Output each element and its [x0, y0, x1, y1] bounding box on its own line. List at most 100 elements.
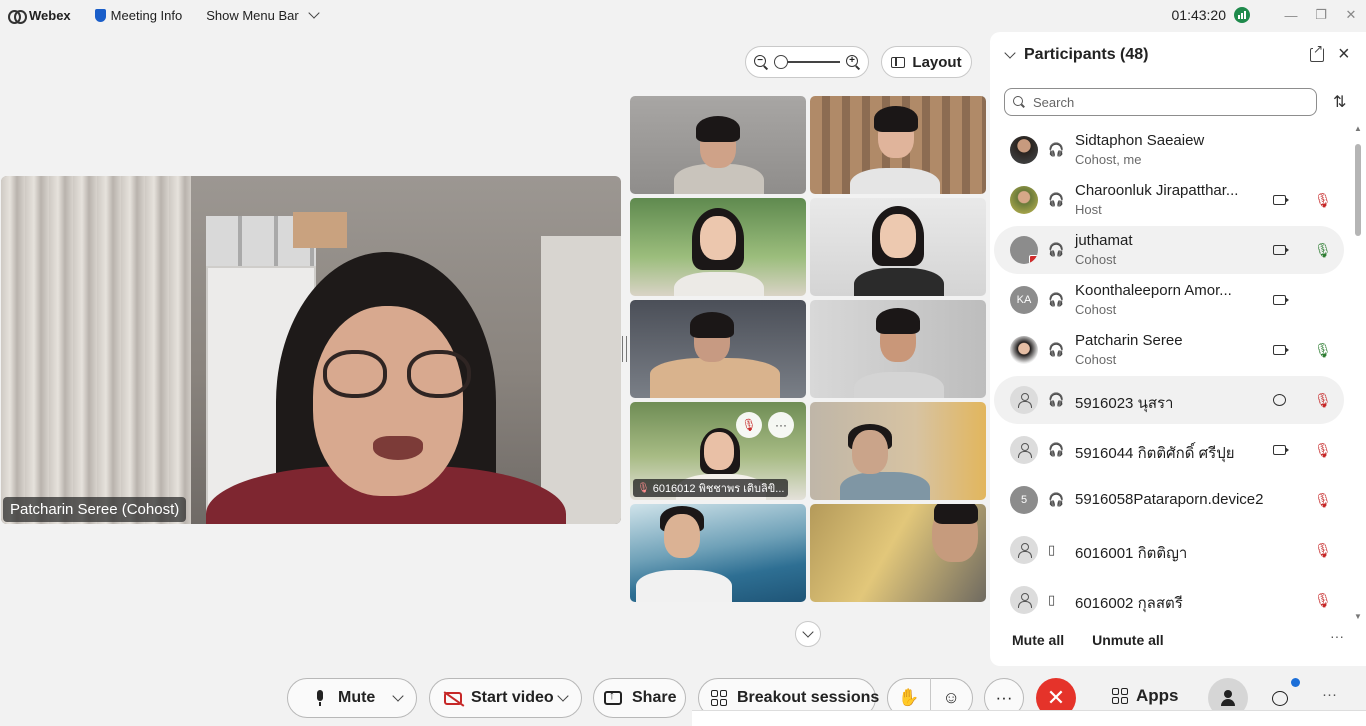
participant-list: 🎧 Sidtaphon Saeaiew Cohost, me 🎧 Charoon… — [994, 126, 1344, 626]
participant-video-tile[interactable] — [810, 300, 986, 398]
avatar — [1010, 586, 1038, 614]
search-icon — [1013, 96, 1025, 108]
more-icon: ··· — [995, 688, 1013, 707]
participant-video-tile[interactable]: 🎙 ··· 🎙 6016012 พิชชาพร เติบลิขิ... — [630, 402, 806, 500]
avatar: 5 — [1010, 486, 1038, 514]
participant-list-scrollbar[interactable]: ▲ ▼ — [1352, 124, 1364, 624]
participant-video-tile[interactable] — [810, 96, 986, 194]
participant-row[interactable]: 🎧 Sidtaphon Saeaiew Cohost, me — [994, 126, 1344, 174]
show-menu-bar-button[interactable]: Show Menu Bar — [194, 0, 330, 30]
app-name: Webex — [29, 7, 71, 23]
participant-video-tile[interactable] — [810, 198, 986, 296]
zoom-out-icon[interactable]: − — [754, 55, 768, 69]
participant-video-tile[interactable] — [810, 504, 986, 602]
share-button[interactable]: Share — [593, 678, 686, 718]
participant-video-tile[interactable] — [810, 402, 986, 500]
chevron-down-icon — [802, 626, 814, 638]
panel-resize-handle[interactable] — [622, 336, 627, 362]
avatar — [1010, 386, 1038, 414]
participant-name: Patcharin Seree — [1075, 332, 1183, 349]
chat-icon — [1272, 690, 1288, 706]
more-icon: ··· — [775, 418, 787, 432]
tile-name-tag: 🎙 6016012 พิชชาพร เติบลิขิ... — [633, 479, 789, 497]
more-options-icon[interactable]: ··· — [1330, 628, 1344, 644]
mic-active-icon[interactable]: 🎙 — [1314, 242, 1332, 259]
mic-muted-icon[interactable]: 🎙 — [1314, 592, 1332, 609]
more-options-icon[interactable]: ··· — [1322, 686, 1337, 703]
close-window-button[interactable]: ✕ — [1336, 0, 1366, 30]
participant-row[interactable]: 🎧 5916044 กิตติศักดิ์ ศรีปุย 🎙 — [994, 426, 1344, 474]
chat-button[interactable] — [1266, 684, 1294, 712]
mute-all-button[interactable]: Mute all — [1012, 632, 1064, 648]
headset-icon: 🎧 — [1048, 442, 1065, 457]
shield-icon — [94, 8, 106, 22]
zoom-in-icon[interactable]: + — [846, 55, 860, 69]
reactions-icon[interactable]: ☺ — [930, 688, 972, 708]
meeting-info-button[interactable]: Meeting Info — [83, 0, 195, 30]
pop-out-icon[interactable] — [1310, 42, 1324, 62]
restore-window-button[interactable]: ❐ — [1306, 0, 1336, 30]
zoom-slider-handle[interactable] — [774, 55, 788, 69]
participant-row[interactable]: 🎧 Patcharin Seree Cohost 🎙 — [994, 326, 1344, 374]
participant-video-tile[interactable] — [630, 504, 806, 602]
user-icon — [1017, 443, 1032, 458]
mic-muted-icon[interactable]: 🎙 — [1314, 442, 1332, 459]
participant-role: Cohost — [1075, 302, 1117, 317]
headset-icon: 🎧 — [1048, 292, 1065, 307]
network-signal-icon[interactable] — [1234, 7, 1250, 23]
mic-muted-icon[interactable]: 🎙 — [1314, 542, 1332, 559]
participant-row[interactable]: 5 🎧 5916058Pataraporn.device2 🎙 — [994, 476, 1344, 524]
close-icon: ✕ — [1046, 685, 1066, 710]
participant-name: Koonthaleeporn Amor... — [1075, 282, 1232, 299]
participant-role: Cohost — [1075, 252, 1117, 267]
search-input[interactable] — [1033, 94, 1293, 110]
participant-search[interactable] — [1004, 88, 1317, 116]
video-background-curtain — [1, 176, 191, 524]
breakout-sessions-label: Breakout sessions — [737, 689, 880, 706]
mobile-device-icon: ▯ — [1048, 542, 1056, 557]
scroll-down-arrow-icon[interactable]: ▼ — [1354, 612, 1362, 621]
mic-off-icon: 🎙 — [741, 418, 757, 432]
layout-button[interactable]: Layout — [881, 46, 972, 78]
mic-active-icon[interactable]: 🎙 — [1314, 342, 1332, 359]
chevron-down-icon[interactable] — [557, 690, 569, 702]
headset-icon: 🎧 — [1048, 492, 1065, 507]
participant-name: 5916058Pataraporn.device2 — [1075, 491, 1264, 508]
notification-banner-edge — [692, 710, 1366, 726]
zoom-slider[interactable] — [774, 55, 840, 69]
participant-video-tile[interactable] — [630, 198, 806, 296]
mic-muted-icon[interactable]: 🎙 — [1314, 492, 1332, 509]
webex-app-menu[interactable]: Webex — [0, 0, 83, 30]
grid-scroll-down-button[interactable] — [795, 621, 821, 647]
camera-icon — [1273, 245, 1289, 255]
chevron-down-icon[interactable] — [392, 690, 404, 702]
tile-more-button[interactable]: ··· — [768, 412, 794, 438]
participant-row[interactable]: 🎧 Charoonluk Jirapatthar... Host 🎙 — [994, 176, 1344, 224]
apps-button[interactable]: Apps — [1112, 686, 1179, 706]
tile-mute-button[interactable]: 🎙 — [736, 412, 762, 438]
participant-row[interactable]: KA 🎧 Koonthaleeporn Amor... Cohost — [994, 276, 1344, 324]
scroll-up-arrow-icon[interactable]: ▲ — [1354, 124, 1362, 133]
participant-video-tile[interactable] — [630, 96, 806, 194]
apps-icon — [1112, 688, 1128, 704]
participant-row[interactable]: 🎧 juthamat Cohost 🎙 — [994, 226, 1344, 274]
mute-button[interactable]: Mute — [287, 678, 417, 718]
speaker-figure — [206, 236, 566, 524]
active-speaker-video[interactable]: Patcharin Seree (Cohost) — [1, 176, 621, 524]
chevron-down-icon[interactable] — [1004, 47, 1016, 59]
mic-muted-icon[interactable]: 🎙 — [1314, 192, 1332, 209]
participant-row[interactable]: ▯ 6016002 กุลสตรี 🎙 — [994, 576, 1344, 624]
scrollbar-thumb[interactable] — [1355, 144, 1361, 236]
minimize-window-button[interactable]: — — [1276, 0, 1306, 30]
sort-icon[interactable]: ⇅ — [1333, 92, 1346, 112]
participant-video-tile[interactable] — [630, 300, 806, 398]
raise-hand-icon[interactable]: ✋ — [888, 688, 930, 708]
start-video-button[interactable]: Start video — [429, 678, 582, 718]
participants-header[interactable]: Participants (48) — [1002, 46, 1148, 64]
avatar — [1010, 136, 1038, 164]
participant-row[interactable]: 🎧 5916023 นุสรา 🎙 — [994, 376, 1344, 424]
mic-muted-icon[interactable]: 🎙 — [1314, 392, 1332, 409]
close-icon[interactable]: × — [1338, 44, 1350, 64]
unmute-all-button[interactable]: Unmute all — [1092, 632, 1164, 648]
participant-row[interactable]: ▯ 6016001 กิตติญา 🎙 — [994, 526, 1344, 574]
